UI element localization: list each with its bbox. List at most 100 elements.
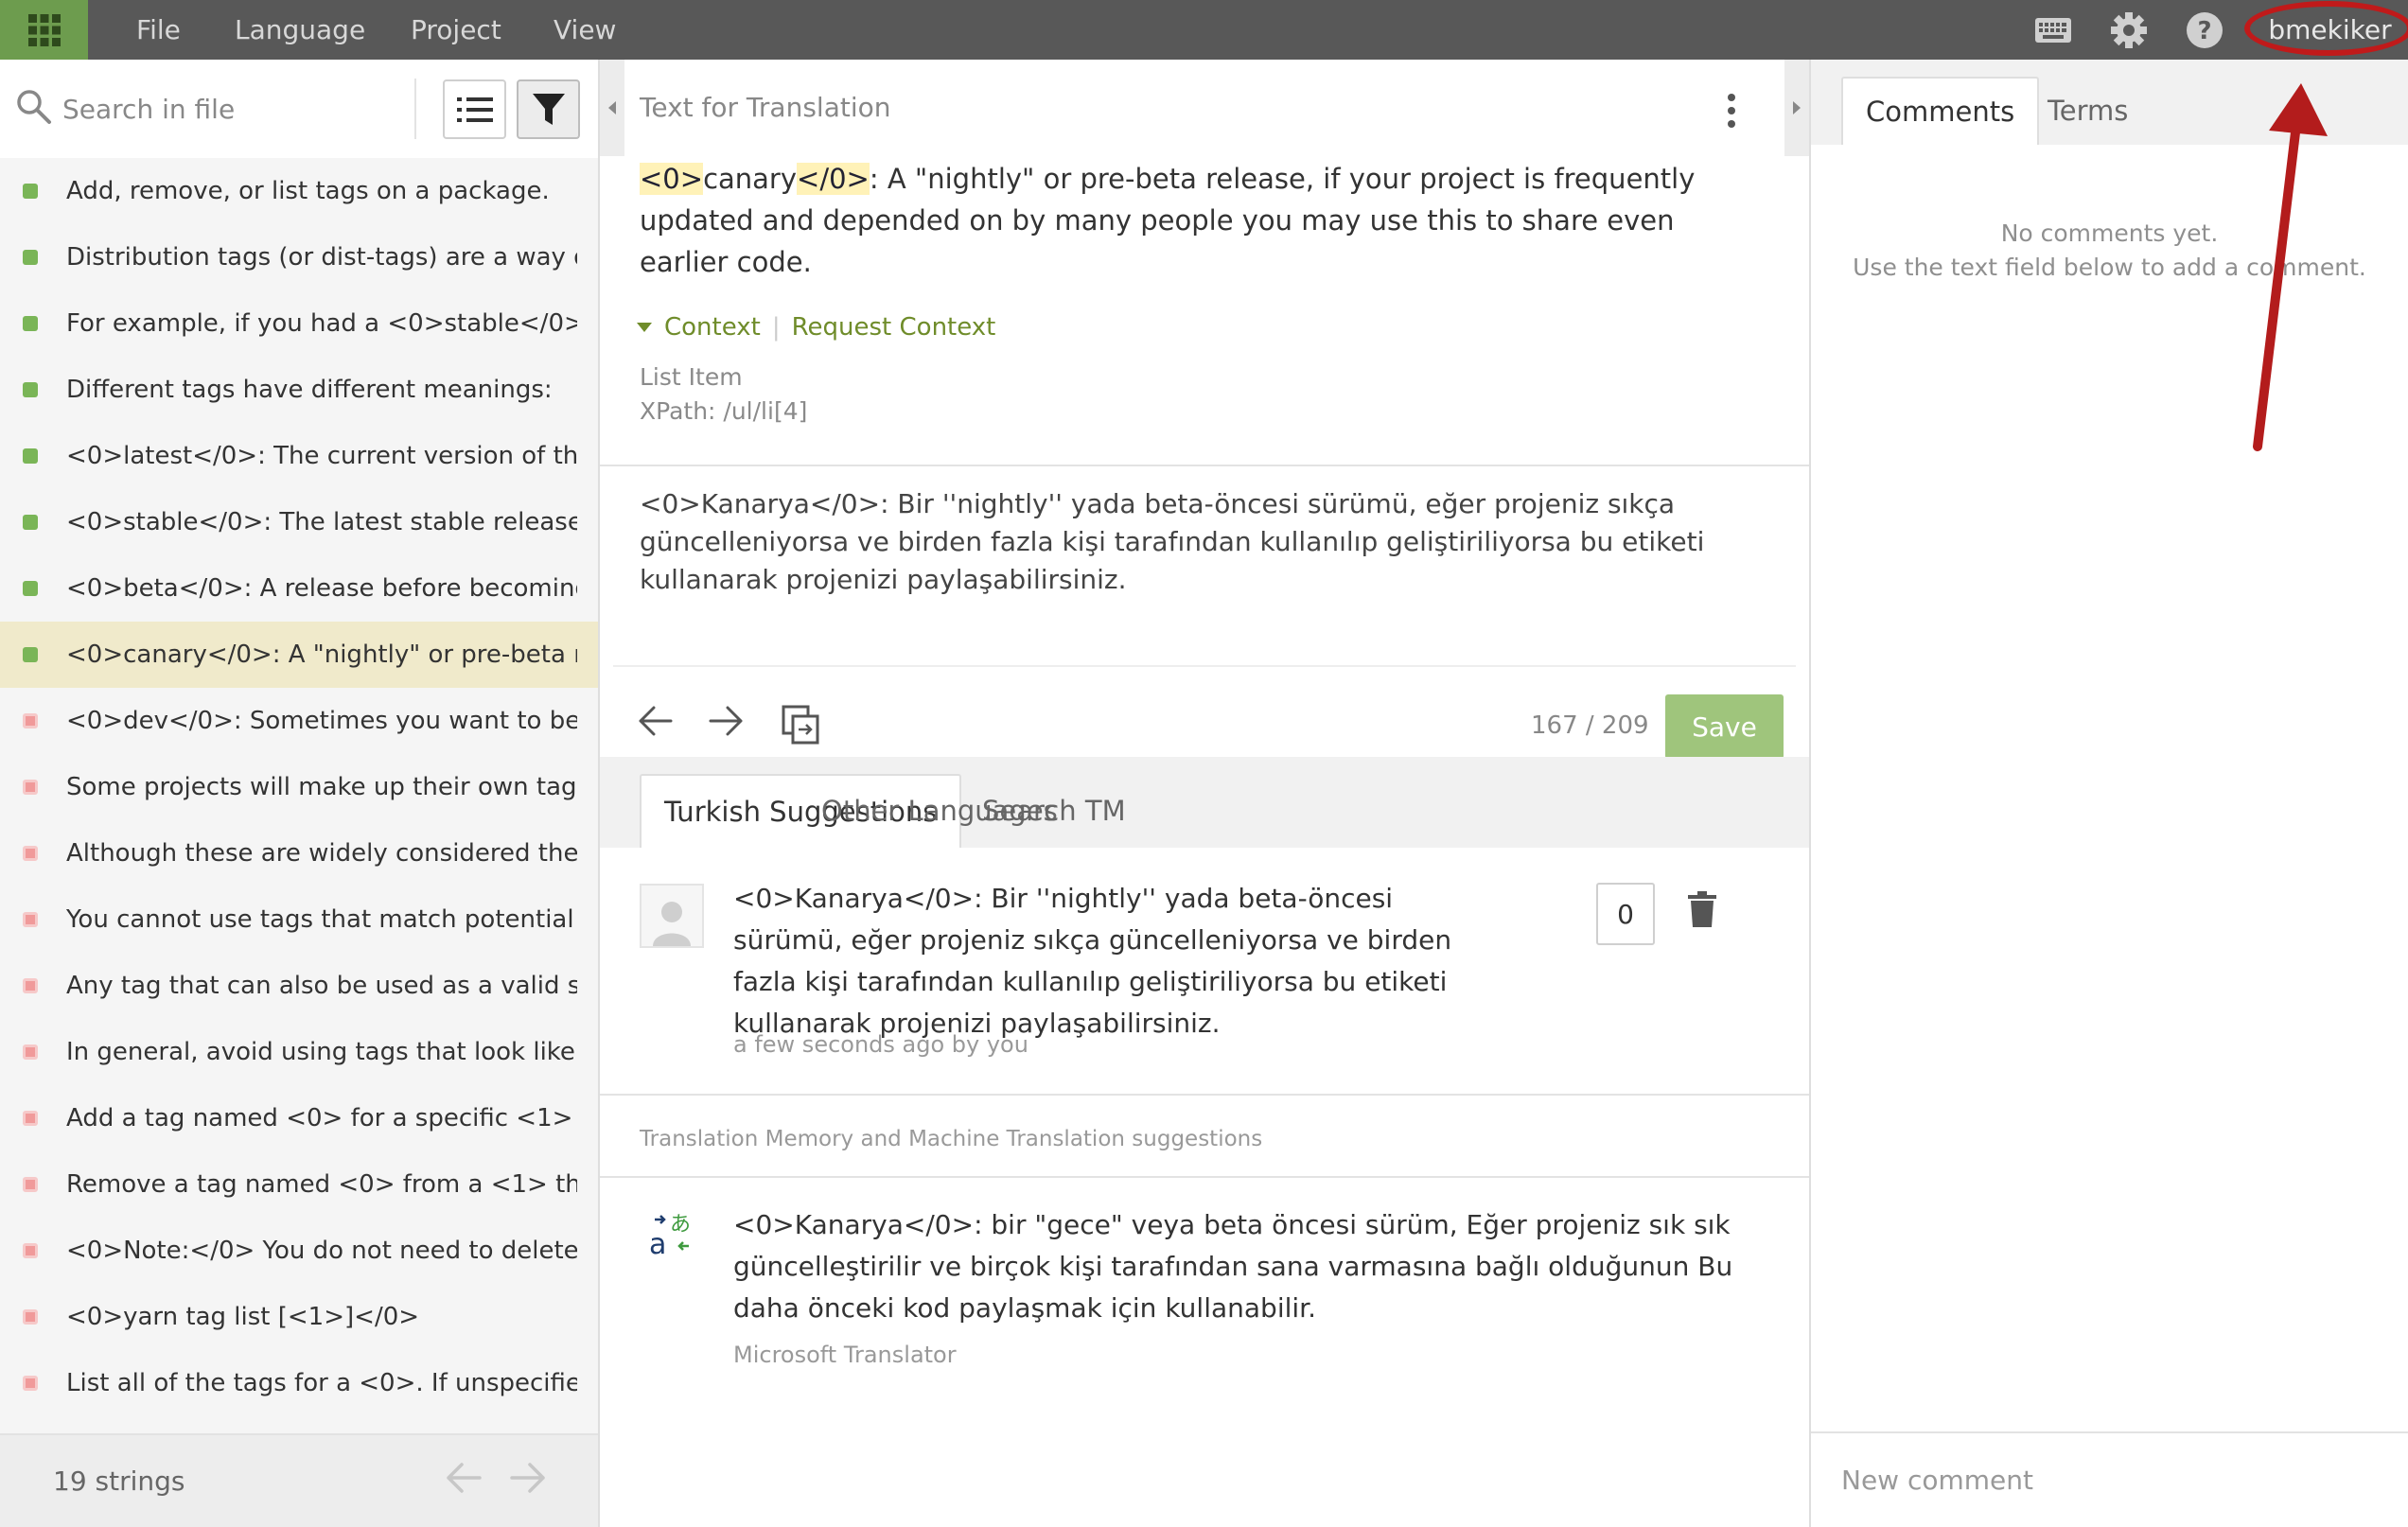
empty-comments-line2: Use the text field below to add a commen… — [1853, 254, 2366, 281]
svg-text:?: ? — [2197, 17, 2211, 45]
placeholder-tag[interactable]: <0> — [640, 163, 704, 195]
context-type: List Item — [640, 363, 743, 391]
caret-down-icon[interactable] — [636, 322, 653, 333]
user-icon — [653, 902, 691, 946]
status-indicator — [23, 382, 38, 397]
help-icon[interactable]: ? — [2186, 11, 2223, 49]
list-item-text: Some projects will make up their own tag… — [66, 773, 577, 801]
gear-icon[interactable] — [2110, 11, 2148, 49]
tm-suggestion-source: Microsoft Translator — [733, 1342, 957, 1368]
vote-count[interactable]: 0 — [1596, 883, 1655, 945]
caret-left-icon — [608, 101, 616, 114]
empty-comments-line1: No comments yet. — [2000, 219, 2219, 247]
list-item-text: Remove a tag named <0> from a <1> that i… — [66, 1170, 577, 1199]
panel-title: Text for Translation — [640, 92, 891, 123]
list-item-text: Add a tag named <0> for a specific <1> o… — [66, 1104, 577, 1132]
list-item[interactable]: Some projects will make up their own tag… — [0, 754, 598, 820]
status-indicator — [23, 1177, 38, 1192]
list-item[interactable]: List all of the tags for a <0>. If unspe… — [0, 1350, 598, 1416]
list-view-button[interactable] — [443, 79, 506, 139]
list-item-text: <0>Note:</0> You do not need to delete a… — [66, 1237, 577, 1265]
new-comment-input[interactable] — [1811, 1431, 2408, 1527]
suggestion-tabs: Turkish Suggestions Other Languages Sear… — [600, 757, 1809, 848]
context-xpath: XPath: /ul/li[4] — [640, 397, 808, 425]
list-item[interactable]: Different tags have different meanings: — [0, 357, 598, 423]
context-toggle[interactable]: Context — [664, 313, 761, 342]
list-item-text: <0>canary</0>: A "nightly" or pre-beta r… — [66, 641, 577, 669]
status-indicator — [23, 1376, 38, 1391]
list-item[interactable]: You cannot use tags that match potential… — [0, 886, 598, 953]
list-item[interactable]: Add a tag named <0> for a specific <1> o… — [0, 1085, 598, 1151]
status-indicator — [23, 581, 38, 596]
request-context-link[interactable]: Request Context — [792, 313, 996, 342]
editor-toolbar: 167 / 209 Save — [613, 665, 1796, 769]
list-item-text: Any tag that can also be used as a valid… — [66, 972, 577, 1000]
tab-comments[interactable]: Comments — [1841, 77, 2040, 145]
list-item-text: Distribution tags (or dist-tags) are a w… — [66, 243, 577, 272]
collapse-right-button[interactable] — [1784, 60, 1809, 156]
save-button[interactable]: Save — [1665, 694, 1784, 759]
previous-page-icon[interactable] — [445, 1462, 483, 1494]
svg-text:あ: あ — [670, 1213, 691, 1237]
list-item-text: <0>yarn tag list [<1>]</0> — [66, 1303, 420, 1331]
status-indicator — [23, 1111, 38, 1126]
list-item[interactable]: Any tag that can also be used as a valid… — [0, 953, 598, 1019]
suggestion-item[interactable]: <0>Kanarya</0>: Bir ''nightly'' yada bet… — [600, 848, 1809, 1094]
next-string-icon[interactable] — [708, 705, 744, 737]
trash-icon[interactable] — [1688, 891, 1716, 927]
status-indicator — [23, 316, 38, 331]
list-item-text: <0>latest</0>: The current version of th… — [66, 442, 577, 470]
tm-suggestion-text: <0>Kanarya</0>: bir "gece" veya beta önc… — [733, 1209, 1733, 1324]
list-item[interactable]: In general, avoid using tags that look l… — [0, 1019, 598, 1085]
list-item-text: List all of the tags for a <0>. If unspe… — [66, 1369, 577, 1397]
list-item[interactable]: Distribution tags (or dist-tags) are a w… — [0, 224, 598, 290]
list-item[interactable]: <0>Note:</0> You do not need to delete a… — [0, 1218, 598, 1284]
list-item[interactable]: <0>stable</0>: The latest stable release… — [0, 489, 598, 555]
filter-button[interactable] — [517, 79, 580, 139]
search-input[interactable] — [62, 84, 403, 133]
copy-source-icon[interactable] — [782, 705, 819, 745]
divider — [600, 465, 1809, 466]
suggestion-text: <0>Kanarya</0>: Bir ''nightly'' yada bet… — [733, 883, 1452, 1039]
source-string: <0>canary</0>: A "nightly" or pre-beta r… — [640, 158, 1718, 283]
filter-icon — [532, 93, 565, 125]
list-item-text: Although these are widely considered the… — [66, 839, 577, 868]
list-item[interactable]: For example, if you had a <0>stable</0> … — [0, 290, 598, 357]
empty-comments-message: No comments yet. Use the text field belo… — [1811, 217, 2408, 285]
status-indicator — [23, 448, 38, 464]
list-item-text: <0>stable</0>: The latest stable release… — [66, 508, 577, 536]
user-menu[interactable]: bmekiker — [2252, 0, 2408, 60]
menu-project[interactable]: Project — [411, 0, 501, 60]
menu-language[interactable]: Language — [235, 0, 365, 60]
list-item-text: <0>dev</0>: Sometimes you want to be ab.… — [66, 707, 577, 735]
search-icon — [17, 90, 51, 124]
status-indicator — [23, 184, 38, 199]
divider — [414, 79, 416, 139]
list-item[interactable]: Remove a tag named <0> from a <1> that i… — [0, 1151, 598, 1218]
list-item[interactable]: <0>beta</0>: A release before becoming l… — [0, 555, 598, 622]
tab-search-tm[interactable]: Search TM — [959, 774, 1149, 848]
tab-terms[interactable]: Terms — [2025, 77, 2151, 145]
next-page-icon[interactable] — [509, 1462, 547, 1494]
character-count: 167 / 209 — [1531, 711, 1649, 740]
list-item[interactable]: <0>yarn tag list [<1>]</0> — [0, 1284, 598, 1350]
tm-suggestion-item[interactable]: a あ <0>Kanarya</0>: bir "gece" veya beta… — [600, 1178, 1809, 1386]
keyboard-icon[interactable] — [2034, 11, 2072, 49]
status-indicator — [23, 780, 38, 795]
comments-panel: Comments Terms No comments yet. Use the … — [1809, 60, 2408, 1527]
svg-text:a: a — [649, 1228, 666, 1257]
search-bar — [0, 60, 598, 158]
menu-file[interactable]: File — [136, 0, 181, 60]
apps-grid-icon[interactable] — [0, 0, 88, 60]
more-options-icon[interactable] — [1726, 92, 1737, 130]
list-item[interactable]: <0>latest</0>: The current version of th… — [0, 423, 598, 489]
list-item[interactable]: Although these are widely considered the… — [0, 820, 598, 886]
collapse-left-button[interactable] — [600, 60, 624, 156]
list-item-selected[interactable]: <0>canary</0>: A "nightly" or pre-beta r… — [0, 622, 598, 688]
menu-view[interactable]: View — [554, 0, 616, 60]
divider — [600, 1094, 1809, 1096]
list-item[interactable]: Add, remove, or list tags on a package. — [0, 158, 598, 224]
previous-string-icon[interactable] — [638, 705, 674, 737]
list-item[interactable]: <0>dev</0>: Sometimes you want to be ab.… — [0, 688, 598, 754]
placeholder-tag[interactable]: </0> — [797, 163, 870, 195]
